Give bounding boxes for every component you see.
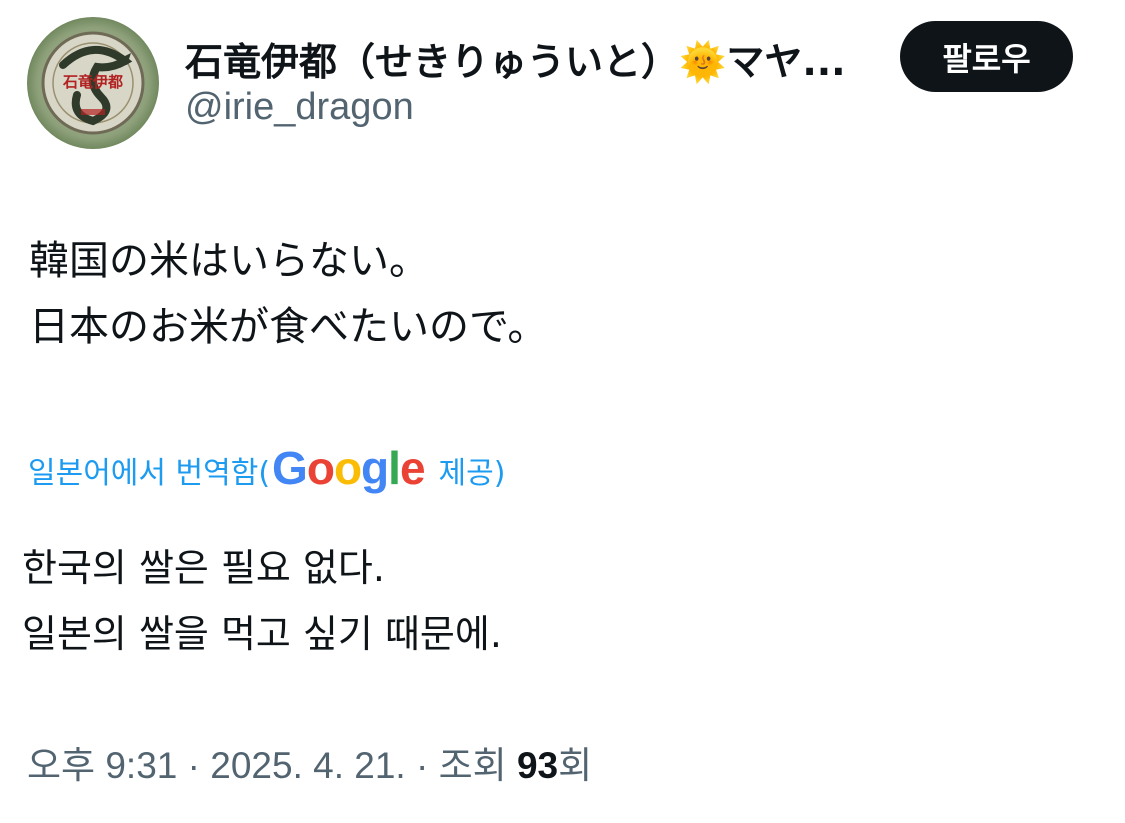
tweet-text: 韓国の米はいらない。 日本のお米が食べたいので。 <box>29 228 547 360</box>
follow-button[interactable]: 팔로우 <box>900 21 1073 92</box>
google-logo-letter: e <box>399 442 426 494</box>
tweet-card: 石竜伊都 石竜伊都（せきりゅういと）🌞マヤ... @irie_dragon 팔로… <box>0 0 1125 823</box>
meta-separator: · <box>177 745 211 786</box>
dragon-emblem-icon: 石竜伊都 <box>27 17 159 149</box>
meta-separator: · <box>405 745 439 786</box>
views-label: 조회 <box>438 745 517 786</box>
svg-text:石竜伊都: 石竜伊都 <box>62 73 123 91</box>
views-count: 93 <box>516 745 559 786</box>
author-handle[interactable]: @irie_dragon <box>185 86 414 129</box>
google-logo-letter: G <box>272 442 308 494</box>
author-display-name[interactable]: 石竜伊都（せきりゅういと）🌞マヤ... <box>185 30 846 86</box>
translation-suffix: 제공) <box>438 456 506 491</box>
translated-text-line: 한국의 쌀은 필요 없다. <box>22 546 385 590</box>
google-logo-letter: l <box>388 442 401 494</box>
tweet-text-line: 韓国の米はいらない。 <box>29 238 429 284</box>
avatar[interactable]: 石竜伊都 <box>27 17 159 149</box>
views-suffix: 회 <box>558 745 593 786</box>
translation-attribution[interactable]: 일본어에서 번역함( Google 제공) <box>28 440 505 500</box>
tweet-meta: 오후 9:31 · 2025. 4. 21. · 조회 93회 <box>27 735 592 789</box>
google-logo-letter: g <box>361 442 389 494</box>
tweet-time[interactable]: 오후 9:31 <box>27 745 177 786</box>
google-logo-letter: o <box>306 442 335 494</box>
tweet-date[interactable]: 2025. 4. 21. <box>210 745 405 786</box>
google-logo-letter: o <box>333 442 362 494</box>
google-logo-icon: Google <box>272 441 426 495</box>
translated-text-line: 일본의 쌀을 먹고 싶기 때문에. <box>22 612 502 656</box>
translation-prefix: 일본어에서 번역함( <box>28 456 271 491</box>
tweet-text-line: 日本のお米が食べたいので。 <box>29 304 548 350</box>
translated-text: 한국의 쌀은 필요 없다. 일본의 쌀을 먹고 싶기 때문에. <box>22 535 502 667</box>
